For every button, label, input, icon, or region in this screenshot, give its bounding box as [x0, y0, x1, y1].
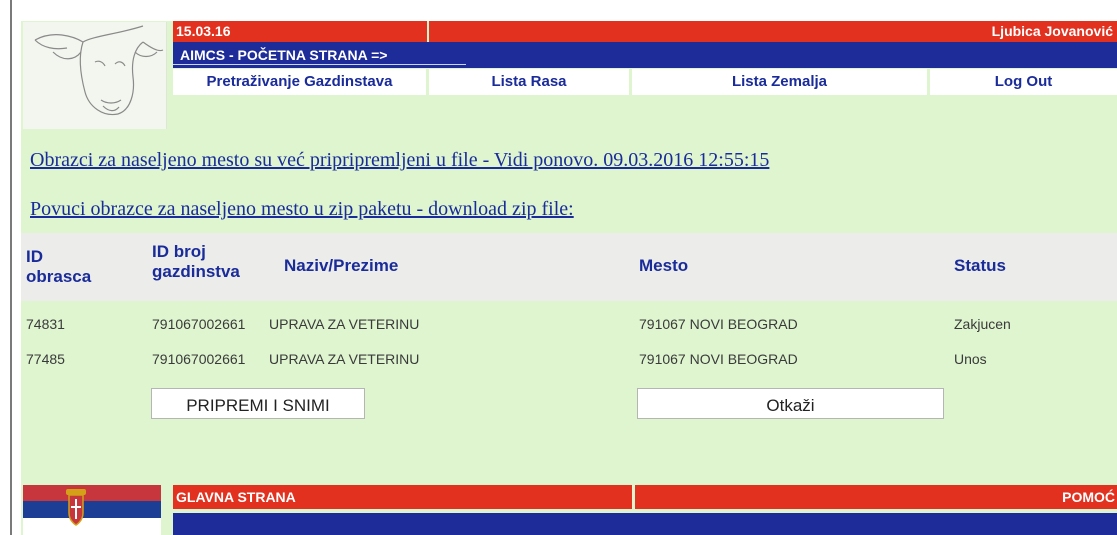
cow-logo-icon	[23, 22, 167, 129]
cell-id-gazdinstva: 791067002661	[152, 316, 246, 332]
column-header-naziv: Naziv/Prezime	[284, 256, 399, 275]
footer-blue-bar	[173, 513, 1117, 535]
column-header-mesto: Mesto	[639, 256, 689, 275]
nav-pretrazivanje-gazdinstava[interactable]: Pretraživanje Gazdinstava	[173, 69, 426, 95]
footer-help-link[interactable]: POMOĆ	[635, 485, 1117, 509]
page-title: AIMCS - POČETNA STRANA =>	[173, 45, 466, 65]
nav-lista-zemalja[interactable]: Lista Zemalja	[632, 69, 927, 95]
download-zip-link[interactable]: Povuci obrazce za naseljeno mesto u zip …	[30, 198, 574, 221]
footer-home-link[interactable]: GLAVNA STRANA	[173, 485, 632, 509]
left-border-line	[10, 0, 12, 535]
cell-naziv: UPRAVA ZA VETERINU	[269, 316, 420, 332]
app-panel: 15.03.16 Ljubica Jovanović AIMCS - POČET…	[21, 21, 1117, 535]
column-header-id-gazdinstva: ID broj gazdinstva	[152, 242, 240, 281]
table-header: ID obrasca ID broj gazdinstva Naziv/Prez…	[21, 233, 1117, 301]
cell-naziv: UPRAVA ZA VETERINU	[269, 351, 420, 367]
column-header-status: Status	[954, 256, 1006, 275]
cell-id-gazdinstva: 791067002661	[152, 351, 246, 367]
prepare-save-button[interactable]: PRIPREMI I SNIMI	[151, 388, 365, 419]
cell-status: Unos	[954, 351, 987, 367]
nav-log-out[interactable]: Log Out	[930, 69, 1117, 95]
cancel-button[interactable]: Otkaži	[637, 388, 944, 419]
cell-mesto: 791067 NOVI BEOGRAD	[639, 351, 798, 367]
header-title-bar: AIMCS - POČETNA STRANA =>	[173, 42, 1117, 68]
prepared-forms-link[interactable]: Obrazci za naseljeno mesto su već pripri…	[30, 149, 769, 172]
cell-status: Zakjucen	[954, 316, 1011, 332]
cell-id-obrasca: 77485	[26, 351, 65, 367]
cell-mesto: 791067 NOVI BEOGRAD	[639, 316, 798, 332]
nav-lista-rasa[interactable]: Lista Rasa	[429, 69, 629, 95]
header-date: 15.03.16	[173, 21, 427, 42]
column-header-id-obrasca: ID obrasca	[26, 247, 92, 286]
serbian-flag-icon	[23, 485, 161, 535]
header-user-name: Ljubica Jovanović	[429, 21, 1117, 42]
cell-id-obrasca: 74831	[26, 316, 65, 332]
